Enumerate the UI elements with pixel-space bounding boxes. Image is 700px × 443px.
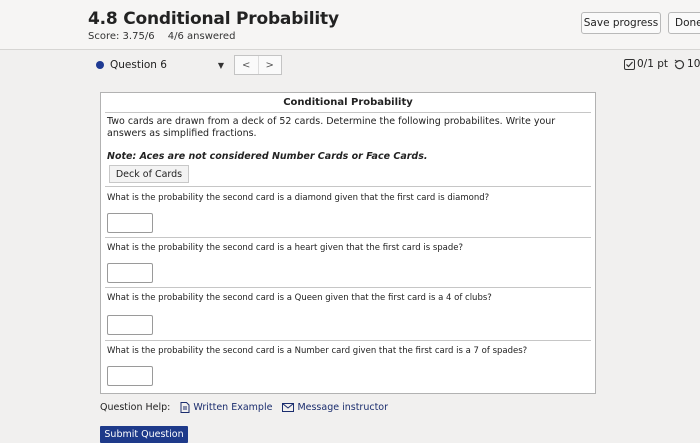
title-divider [105, 112, 591, 113]
question-nav: < > [234, 55, 282, 75]
written-example-label: Written Example [193, 402, 273, 413]
top-bar: 4.8 Conditional Probability Score: 3.75/… [0, 0, 700, 50]
retry-icon [674, 59, 685, 69]
answer-input-2[interactable] [107, 263, 153, 283]
header-divider [0, 49, 700, 50]
problem-intro: Two cards are drawn from a deck of 52 ca… [107, 116, 556, 139]
answer-input-1[interactable] [107, 213, 153, 233]
question-divider [105, 186, 591, 187]
next-question-button[interactable]: > [257, 56, 282, 74]
question-select[interactable]: Question 6 ▼ [88, 55, 230, 75]
question-divider [105, 340, 591, 341]
done-button[interactable]: Done [668, 12, 700, 34]
question-select-label: Question 6 [110, 59, 167, 71]
score-line: Score: 3.75/6 4/6 answered [88, 31, 235, 42]
previous-question-button[interactable]: < [235, 56, 258, 74]
question-panel: Conditional Probability Two cards are dr… [100, 92, 596, 394]
answer-input-4[interactable] [107, 366, 153, 386]
question-divider [105, 237, 591, 238]
answer-input-3[interactable] [107, 315, 153, 335]
problem-note: Note: Aces are not considered Number Car… [107, 151, 428, 162]
document-icon [180, 402, 190, 413]
question-text: What is the probability the second card … [107, 193, 490, 203]
retry-label: 10 [687, 58, 700, 70]
question-text: What is the probability the second card … [107, 243, 463, 253]
question-help: Question Help: Written Example Message i… [100, 402, 388, 413]
submit-question-button[interactable]: Submit Question [100, 426, 188, 443]
envelope-icon [282, 403, 295, 412]
retry-count: 10 [674, 58, 700, 70]
checkbox-icon [624, 58, 635, 70]
question-divider [105, 287, 591, 288]
question-text: What is the probability the second card … [107, 293, 492, 303]
status-dot-icon [96, 61, 104, 69]
chevron-down-icon: ▼ [217, 61, 224, 70]
save-progress-button[interactable]: Save progress [581, 12, 661, 34]
problem-title: Conditional Probability [283, 97, 413, 108]
message-instructor-link[interactable]: Message instructor [282, 402, 388, 413]
score-label: Score: 3.75/6 [88, 31, 155, 42]
question-help-label: Question Help: [100, 402, 171, 413]
written-example-link[interactable]: Written Example [180, 402, 272, 413]
answered-count: 4/6 answered [167, 31, 236, 42]
deck-of-cards-button[interactable]: Deck of Cards [109, 165, 189, 183]
message-instructor-label: Message instructor [297, 402, 389, 413]
points-label: 0/1 pt [637, 58, 669, 70]
page-title: 4.8 Conditional Probability [88, 9, 339, 29]
question-text: What is the probability the second card … [107, 346, 528, 356]
points-display: 0/1 pt 10 [624, 58, 700, 70]
